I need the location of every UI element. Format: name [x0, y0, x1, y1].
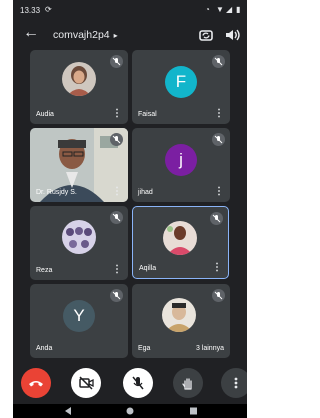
participant-photo [162, 298, 196, 332]
speaker-icon[interactable] [223, 26, 241, 44]
mic-muted-icon [212, 55, 225, 68]
participant-tile-others[interactable]: Ega 3 lainnya [132, 284, 230, 358]
mic-muted-icon [110, 289, 123, 302]
mic-muted-icon [210, 212, 223, 225]
alarm-icon: ◔ [205, 5, 210, 14]
more-vert-icon[interactable]: ⋮ [112, 265, 122, 275]
nav-home-icon[interactable] [126, 407, 134, 415]
signal-icon: ◢ [226, 5, 233, 14]
participant-tile-dr-rusjdy[interactable]: Dr. Rusjdy S. ⋮ [30, 128, 128, 202]
status-bar: 13.33 ⟳ ◔ ▼ ◢ ▮ [13, 0, 247, 20]
hand-icon [182, 378, 192, 390]
camera-toggle-button[interactable] [71, 368, 101, 398]
mic-muted-icon [212, 133, 225, 146]
more-vert-icon[interactable]: ⋮ [214, 109, 224, 119]
status-time: 13.33 [20, 6, 41, 15]
participant-photo [163, 221, 197, 255]
more-participants-label[interactable]: 3 lainnya [196, 345, 224, 352]
switch-camera-icon[interactable] [197, 26, 215, 44]
participant-tile-aqilla[interactable]: Aqilla ⋮ [132, 206, 229, 279]
mic-muted-icon [110, 55, 123, 68]
participant-tile-faisal[interactable]: F Faisal ⋮ [132, 50, 230, 124]
meeting-header: ← comvajh2p4 ▸ [13, 20, 247, 50]
participant-name: Faisal [138, 111, 157, 118]
call-end-icon [29, 381, 43, 387]
participant-name: Dr. Rusjdy S. [36, 189, 77, 196]
meeting-title[interactable]: comvajh2p4 ▸ [53, 29, 118, 41]
participant-name: Reza [36, 267, 53, 274]
avatar-letter: F [165, 66, 197, 98]
participant-tile-audia[interactable]: Audia ⋮ [30, 50, 128, 124]
videocam-off-icon [79, 376, 94, 390]
wifi-icon: ▼ [216, 5, 224, 14]
participant-name: Aqilla [139, 265, 157, 272]
end-call-button[interactable] [21, 368, 51, 398]
more-vert-icon[interactable]: ⋮ [112, 187, 122, 197]
nav-recents-icon[interactable] [190, 407, 197, 415]
participant-name: jihad [138, 189, 153, 196]
mic-muted-icon [212, 289, 225, 302]
participant-name: Anda [36, 345, 53, 352]
mic-off-icon [132, 376, 144, 390]
sync-status-icon: ⟳ [45, 5, 52, 14]
meet-screen: 13.33 ⟳ ◔ ▼ ◢ ▮ ← comvajh2p4 ▸ Audia ⋮ F… [13, 0, 247, 418]
participant-photo [62, 220, 96, 254]
participant-tile-anda[interactable]: Y Anda [30, 284, 128, 358]
mic-muted-icon [110, 211, 123, 224]
meeting-code: comvajh2p4 [53, 29, 110, 41]
nav-back-icon[interactable] [65, 407, 71, 415]
more-vert-icon[interactable]: ⋮ [212, 263, 222, 273]
mic-toggle-button[interactable] [123, 368, 153, 398]
participant-name: Ega [138, 345, 151, 352]
system-nav-bar [13, 404, 247, 418]
more-options-button[interactable] [221, 368, 247, 398]
participant-tile-reza[interactable]: Reza ⋮ [30, 206, 128, 280]
participant-name: Audia [36, 111, 54, 118]
chevron-right-icon: ▸ [113, 31, 118, 40]
raise-hand-button[interactable] [173, 368, 203, 398]
avatar-letter: Y [63, 300, 95, 332]
more-vert-icon [234, 377, 238, 389]
participant-tile-jihad[interactable]: j jihad ⋮ [132, 128, 230, 202]
avatar-letter: j [165, 144, 197, 176]
participant-photo [62, 62, 96, 96]
more-vert-icon[interactable]: ⋮ [214, 187, 224, 197]
battery-icon: ▮ [236, 5, 241, 14]
more-vert-icon[interactable]: ⋮ [112, 109, 122, 119]
mic-muted-icon [110, 133, 123, 146]
back-arrow-icon[interactable]: ← [23, 24, 39, 42]
